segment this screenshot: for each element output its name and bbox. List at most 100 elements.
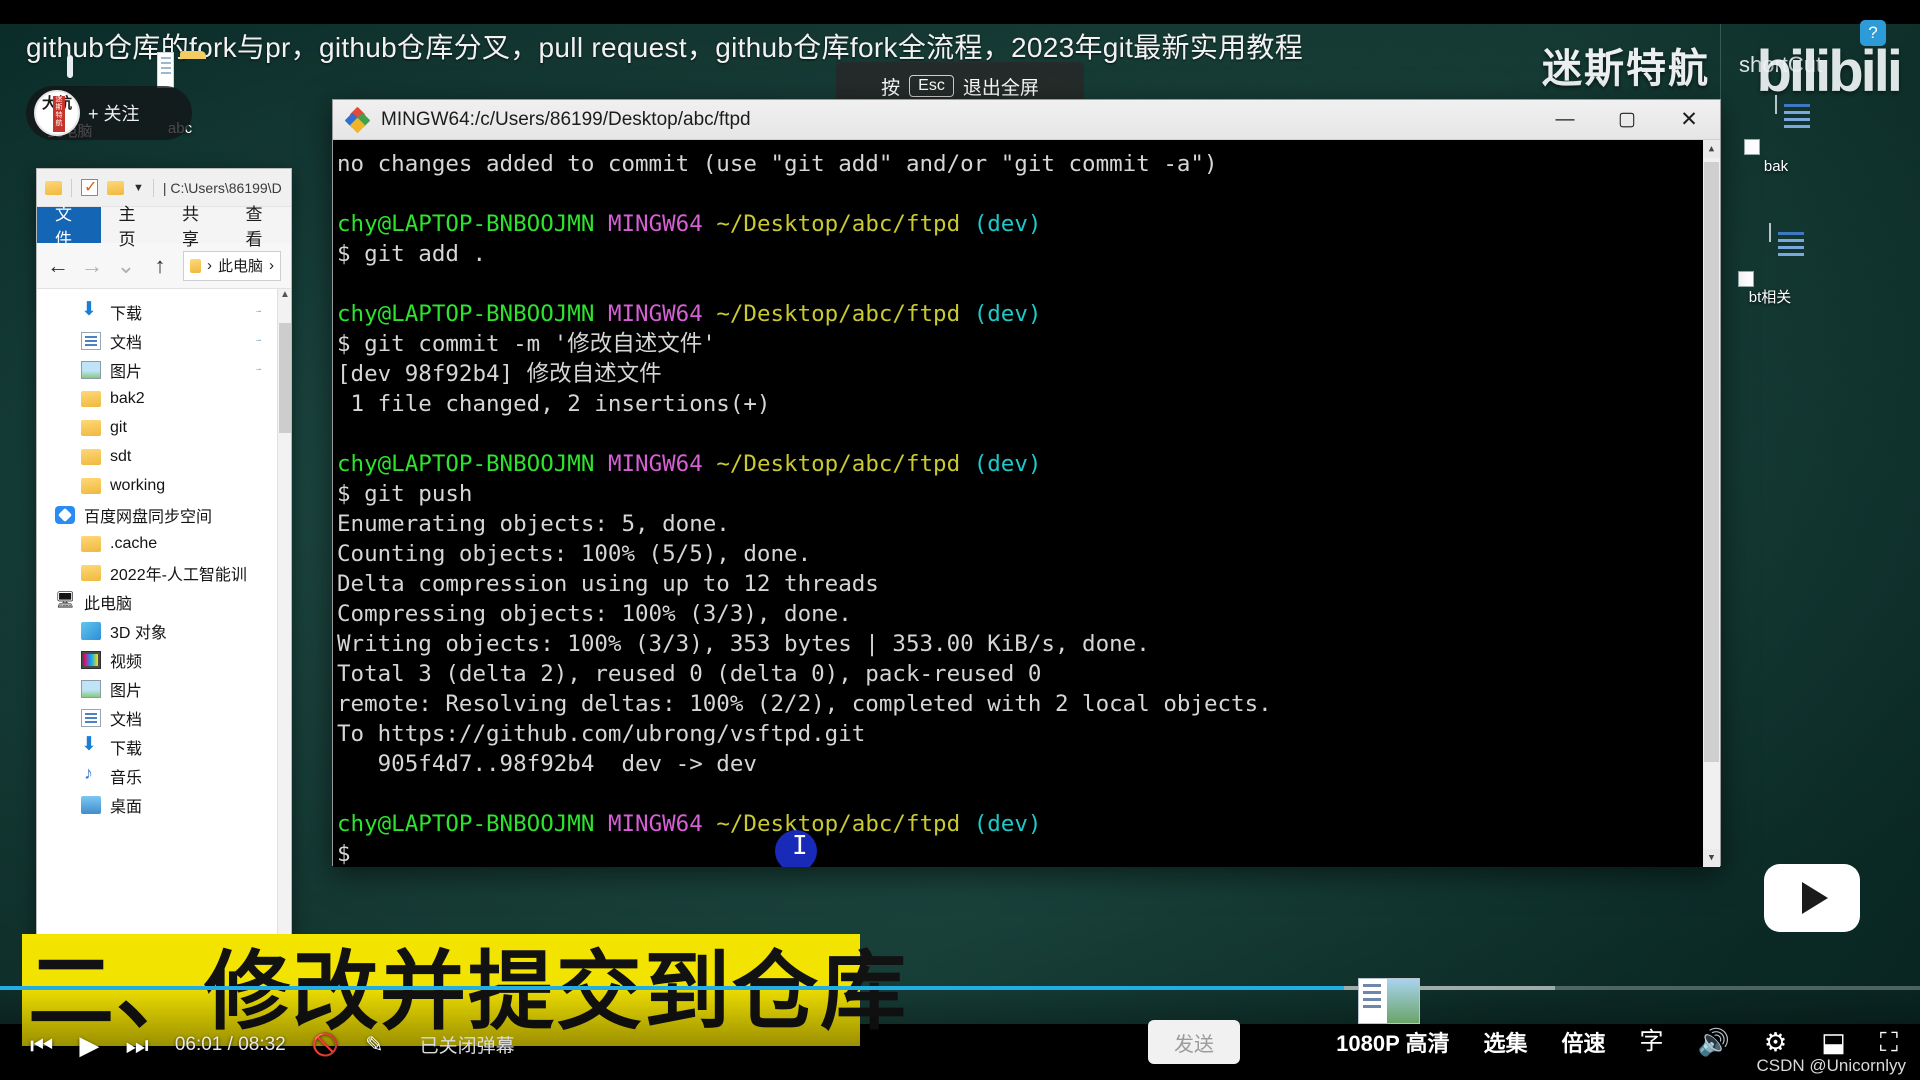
mingw64-terminal-window[interactable]: MINGW64:/c/Users/86199/Desktop/abc/ftpd … [332,99,1721,867]
terminal-title: MINGW64:/c/Users/86199/Desktop/abc/ftpd [381,108,751,130]
follow-button[interactable]: 大航 迷斯特航 + 关注 [26,86,192,140]
divider [152,178,154,197]
scrollbar-thumb[interactable] [1704,162,1719,762]
tree-item-0[interactable]: 下载📌 [37,297,291,326]
tab-share[interactable]: 共享 [164,205,228,249]
terminal-line-15: Compressing objects: 100% (3/3), done. [337,599,1720,629]
terminal-text: $ git push [337,481,473,507]
maximize-button[interactable]: ▢ [1596,100,1658,140]
documents-icon [81,708,101,727]
tab-file[interactable]: 文件 [37,205,101,249]
git-bash-icon [344,106,371,133]
tree-item-8[interactable]: .cache [37,529,291,558]
terminal-output[interactable]: no changes added to commit (use "git add… [333,140,1720,867]
tree-item-12[interactable]: 视频 [37,645,291,674]
scroll-up-arrow[interactable]: ▲ [1703,140,1720,158]
terminal-line-17: Total 3 (delta 2), reused 0 (delta 0), p… [337,659,1720,689]
terminal-title-bar[interactable]: MINGW64:/c/Users/86199/Desktop/abc/ftpd … [333,100,1720,140]
ribbon-tabs[interactable]: 文件 主页 共享 查看 [37,205,292,249]
minimize-button[interactable]: — [1534,100,1596,140]
watermark: CSDN @Unicornlyy [1756,1056,1906,1075]
close-button[interactable]: ✕ [1658,100,1720,140]
forward-button[interactable]: → [81,253,103,279]
follow-label: + 关注 [88,104,140,124]
chevron-down-icon[interactable]: ▼ [133,182,144,194]
scrollbar-thumb[interactable] [279,323,291,433]
quality-selector[interactable]: 1080P 高清 [1336,1026,1449,1058]
terminal-line-8: 1 file changed, 2 insertions(+) [337,389,1720,419]
speed-button[interactable]: 倍速 [1562,1026,1606,1058]
uploader-name[interactable]: 迷斯特航 [1542,36,1710,94]
tree-item-2[interactable]: 图片📌 [37,355,291,384]
terminal-text: (dev) [973,811,1042,837]
player-right-controls[interactable]: 1080P 高清 选集 倍速 字 🔊 ⚙ ⬓ ⛶ [1336,1026,1898,1058]
video-title: github仓库的fork与pr，github仓库分叉，pull request… [26,32,1304,63]
up-button[interactable]: ↑ [149,253,171,279]
back-button[interactable]: ← [47,253,69,279]
tree-item-13[interactable]: 图片 [37,674,291,703]
tree-item-17[interactable]: 桌面 [37,790,291,819]
subtitle-off-icon[interactable]: 字 [1640,1030,1664,1054]
folder-icon[interactable] [45,180,62,195]
tree-item-label: 图片 [110,682,143,700]
tree-item-7[interactable]: 百度网盘同步空间 [37,500,291,529]
widescreen-icon[interactable]: ⬓ [1821,1029,1846,1055]
terminal-text: chy@LAPTOP-BNBOOJMN [337,211,608,237]
tree-item-15[interactable]: 下载 [37,732,291,761]
desktop-icon-bak[interactable]: bak [1728,95,1824,175]
properties-icon[interactable] [81,177,98,197]
tree-item-6[interactable]: working [37,471,291,500]
progress-bar[interactable] [0,986,1920,990]
tree-item-label: working [110,476,166,494]
danmaku-style-icon[interactable]: ✎ [365,1033,383,1056]
episodes-button[interactable]: 选集 [1484,1026,1528,1058]
send-button[interactable]: 发送 [1148,1020,1240,1064]
tree-item-4[interactable]: git [37,413,291,442]
this-pc-icon [55,590,75,611]
scroll-down-arrow[interactable]: ▼ [1703,849,1720,867]
volume-icon[interactable]: 🔊 [1698,1029,1730,1055]
terminal-text: Compressing objects: 100% (3/3), done. [337,601,852,627]
tree-item-9[interactable]: 2022年-人工智能训 [37,558,291,587]
window-buttons[interactable]: — ▢ ✕ [1534,100,1720,140]
next-button[interactable]: ⏭ [125,1032,148,1058]
tree-item-5[interactable]: sdt [37,442,291,471]
danmaku-off-icon[interactable]: 🚫 [312,1033,339,1056]
fullscreen-icon[interactable]: ⛶ [1880,1029,1898,1055]
breadcrumb-root[interactable]: 此电脑 [218,255,263,276]
help-icon[interactable]: ? [1860,20,1886,46]
tree-item-16[interactable]: 音乐 [37,761,291,790]
terminal-line-11: $ git push [337,479,1720,509]
tree-item-3[interactable]: bak2 [37,384,291,413]
recent-locations-button[interactable]: ⌄ [115,253,137,279]
shortcut-file-icon [1728,95,1824,155]
new-folder-icon[interactable] [107,180,124,195]
address-bar[interactable]: › 此电脑 › [183,250,281,281]
tree-item-10[interactable]: 此电脑 [37,587,291,616]
tab-view[interactable]: 查看 [228,205,292,249]
tree-item-label: .cache [110,534,158,552]
tree-item-11[interactable]: 3D 对象 [37,616,291,645]
tree-item-label: 文档 [110,711,143,729]
gear-icon[interactable]: ⚙ [1764,1029,1787,1055]
terminal-text: To https://github.com/ubrong/vsftpd.git [337,721,866,747]
desktop-icon-bt[interactable]: bt相关 [1722,223,1818,307]
esc-key: Esc [909,75,954,97]
tree-item-1[interactable]: 文档📌 [37,326,291,355]
explorer-scrollbar[interactable]: ▲ ▼ [277,289,291,957]
scroll-up-arrow[interactable]: ▲ [278,289,291,305]
tab-home[interactable]: 主页 [101,205,165,249]
tree-item-label: 此电脑 [84,595,133,613]
terminal-text: MINGW64 [607,211,717,237]
play-button[interactable]: ▶ [79,1032,99,1058]
tree-item-14[interactable]: 文档 [37,703,291,732]
terminal-text: ~/Desktop/abc/ftpd [716,211,974,237]
pictures-icon [81,360,101,379]
folder-icon [81,564,101,581]
file-explorer-window[interactable]: ▼ | C:\Users\86199\D 文件 主页 共享 查看 ← → ⌄ ↑… [36,168,292,958]
previous-button[interactable]: ⏮ [30,1032,53,1058]
navigation-tree[interactable]: 下载📌文档📌图片📌 bak2 git sdt working 百度网盘同步空间 .cache… [37,289,291,819]
terminal-scrollbar[interactable]: ▲ ▼ [1703,140,1720,867]
download-icon [81,298,101,321]
player-left-controls[interactable]: ⏮ ▶ ⏭ 06:01 / 08:32 🚫 ✎ 已关闭弹幕 [30,1031,515,1058]
